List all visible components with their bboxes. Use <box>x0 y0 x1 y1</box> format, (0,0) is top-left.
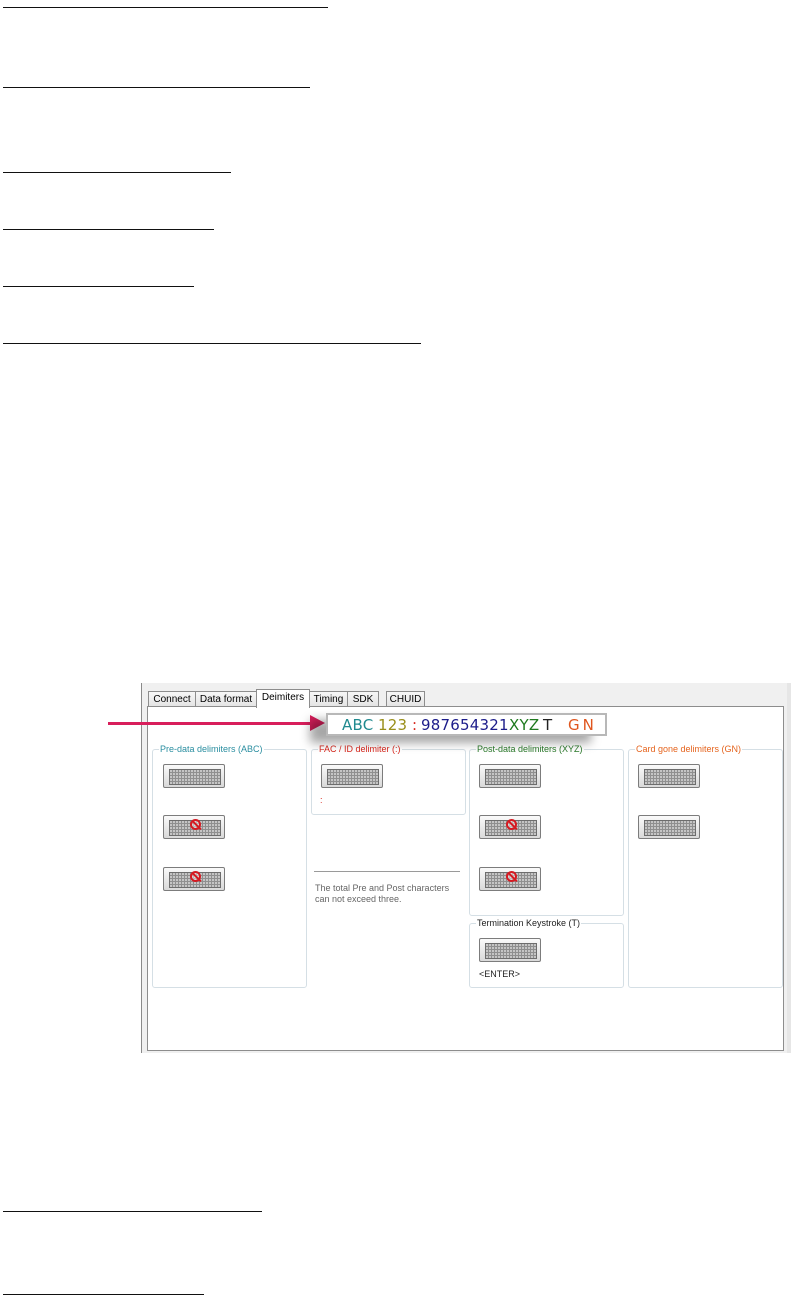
window-right-edge <box>787 683 791 1053</box>
keyboard-icon <box>485 769 537 785</box>
rule-line-6 <box>3 343 421 344</box>
rule-line-2 <box>3 87 310 88</box>
sample-abc: ABC <box>342 716 374 734</box>
post-delimiter-3-button[interactable] <box>479 867 541 891</box>
card-gone-title: Card gone delimiters (GN) <box>635 743 743 755</box>
rule-line-8 <box>3 1294 204 1295</box>
fac-delimiter-button[interactable] <box>321 764 383 788</box>
sample-digits: 987654321 <box>421 716 509 734</box>
post-data-title: Post-data delimiters (XYZ) <box>476 743 584 755</box>
keyboard-icon <box>327 769 379 785</box>
sample-xyz: XYZ <box>509 716 540 734</box>
no-symbol-icon <box>506 819 517 830</box>
tab-chuid[interactable]: CHUID <box>386 691 425 707</box>
tab-data-format[interactable]: Data format <box>195 691 257 707</box>
fac-id-title: FAC / ID delimiter (:) <box>318 743 402 755</box>
no-symbol-icon <box>506 871 517 882</box>
window-left-border <box>141 683 142 1053</box>
card-gone-2-button[interactable] <box>638 815 700 839</box>
fac-value: : <box>320 795 323 805</box>
sample-123: 123 <box>378 716 408 734</box>
tab-timing[interactable]: Timing <box>309 691 348 707</box>
pre-delimiter-1-button[interactable] <box>163 764 225 788</box>
tab-delimiters[interactable]: Deimiters <box>256 689 310 708</box>
note-divider <box>314 871 460 872</box>
card-gone-1-button[interactable] <box>638 764 700 788</box>
termination-title: Termination Keystroke (T) <box>476 917 582 929</box>
rule-line-7 <box>3 1211 262 1212</box>
post-delimiter-2-button[interactable] <box>479 815 541 839</box>
pre-delimiter-2-button[interactable] <box>163 815 225 839</box>
termination-value: <ENTER> <box>479 969 521 979</box>
sample-output-banner: ABC 123 : 987654321 XYZ T GN <box>326 713 607 736</box>
note-line-2: can not exceed three. <box>315 894 402 904</box>
pre-data-title: Pre-data delimiters (ABC) <box>159 743 264 755</box>
rule-line-5 <box>3 286 194 287</box>
no-symbol-icon <box>190 819 201 830</box>
sample-gn: GN <box>568 716 597 734</box>
sample-colon: : <box>412 716 418 734</box>
sample-t: T <box>543 716 553 734</box>
pre-delimiter-3-button[interactable] <box>163 867 225 891</box>
keyboard-icon <box>485 943 537 959</box>
tab-connect[interactable]: Connect <box>148 691 196 707</box>
rule-line-1 <box>3 7 328 8</box>
no-symbol-icon <box>190 871 201 882</box>
keyboard-icon <box>169 769 221 785</box>
keyboard-icon <box>644 820 696 836</box>
note-line-1: The total Pre and Post characters <box>315 883 450 893</box>
annotation-arrow-head <box>310 715 325 731</box>
termination-key-button[interactable] <box>479 938 541 962</box>
keyboard-icon <box>644 769 696 785</box>
annotation-arrow-shaft <box>108 722 313 725</box>
rule-line-3 <box>3 172 231 173</box>
post-delimiter-1-button[interactable] <box>479 764 541 788</box>
tab-sdk[interactable]: SDK <box>347 691 379 707</box>
rule-line-4 <box>3 229 214 230</box>
